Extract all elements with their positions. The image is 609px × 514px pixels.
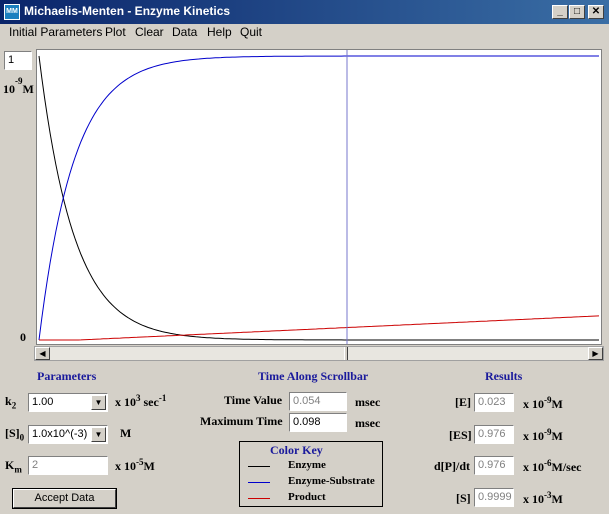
enzyme-curve — [38, 55, 599, 341]
plot-area[interactable] — [36, 49, 602, 345]
product-curve — [39, 315, 600, 341]
menu-plot[interactable]: Plot — [105, 25, 126, 39]
scroll-right-button[interactable]: ▶ — [588, 347, 603, 360]
max-time-field[interactable]: 0.098 — [289, 413, 347, 432]
key-enzyme-substrate: Enzyme-Substrate — [248, 475, 378, 489]
result-s-label: [S] — [456, 491, 471, 505]
y-scale-field[interactable]: 1 — [4, 51, 32, 70]
product-swatch — [248, 498, 270, 499]
km-field[interactable]: 2 — [28, 456, 108, 475]
scroll-thumb[interactable] — [344, 347, 348, 360]
app-icon: MM — [4, 4, 20, 20]
minimize-button[interactable]: _ — [552, 5, 568, 19]
results-heading: Results — [485, 369, 523, 383]
time-heading: Time Along Scrollbar — [258, 369, 369, 383]
enzyme-substrate-swatch — [248, 482, 270, 483]
scroll-left-button[interactable]: ◀ — [35, 347, 50, 360]
menu-data[interactable]: Data — [172, 25, 197, 39]
maximize-button[interactable]: □ — [569, 5, 585, 19]
parameters-heading: Parameters — [37, 369, 97, 383]
color-key: Color Key Enzyme Enzyme-Substrate Produc… — [239, 441, 383, 507]
time-value-unit: msec — [355, 395, 381, 409]
key-product: Product — [248, 491, 378, 505]
k2-label: k2 — [5, 394, 17, 411]
y-unit-label: 10-9M — [3, 76, 34, 96]
y-zero-label: 0 — [20, 330, 26, 344]
window-title: Michaelis-Menten - Enzyme Kinetics — [24, 4, 231, 18]
result-e-field[interactable]: 0.023 — [474, 393, 514, 412]
menu-clear[interactable]: Clear — [135, 25, 164, 39]
accept-data-button[interactable]: Accept Data — [12, 488, 117, 509]
menu-quit[interactable]: Quit — [240, 25, 262, 39]
s0-label: [S]0 — [5, 426, 25, 443]
time-value-field[interactable]: 0.054 — [289, 392, 347, 411]
result-es-unit: x 10-9M — [523, 427, 563, 443]
km-label: Km — [5, 458, 22, 475]
result-dpdt-label: d[P]/dt — [434, 459, 470, 473]
color-key-heading: Color Key — [270, 443, 323, 457]
result-es-label: [ES] — [449, 428, 472, 442]
time-scrollbar[interactable]: ◀ ▶ — [34, 346, 604, 361]
s0-select[interactable]: 1.0x10^(-3) ▼ — [28, 425, 108, 444]
max-time-label: Maximum Time — [200, 414, 283, 428]
menu-initial-parameters[interactable]: Initial Parameters — [9, 25, 102, 39]
title-bar: MM Michaelis-Menten - Enzyme Kinetics _ … — [0, 0, 609, 24]
result-dpdt-unit: x 10-6M/sec — [523, 458, 582, 474]
menu-help[interactable]: Help — [207, 25, 232, 39]
result-s-field[interactable]: 0.9999 — [474, 488, 514, 507]
k2-unit: x 103 sec-1 — [115, 393, 167, 409]
chevron-down-icon[interactable]: ▼ — [91, 427, 106, 442]
s0-unit: M — [120, 426, 132, 440]
max-time-unit: msec — [355, 416, 381, 430]
time-value-label: Time Value — [224, 393, 283, 407]
kinetics-plot — [38, 50, 600, 344]
km-unit: x 10-5M — [115, 457, 155, 473]
result-e-unit: x 10-9M — [523, 395, 563, 411]
close-button[interactable]: ✕ — [588, 5, 604, 19]
enzyme-substrate-curve — [38, 55, 599, 341]
result-e-label: [E] — [455, 395, 471, 409]
chevron-down-icon[interactable]: ▼ — [91, 395, 106, 410]
result-s-unit: x 10-3M — [523, 490, 563, 506]
key-enzyme: Enzyme — [248, 459, 378, 473]
result-es-field[interactable]: 0.976 — [474, 425, 514, 444]
menu-bar: Initial Parameters Plot Clear Data Help … — [0, 24, 609, 42]
result-dpdt-field[interactable]: 0.976 — [474, 456, 514, 475]
enzyme-swatch — [248, 466, 270, 467]
k2-select[interactable]: 1.00 ▼ — [28, 393, 108, 412]
